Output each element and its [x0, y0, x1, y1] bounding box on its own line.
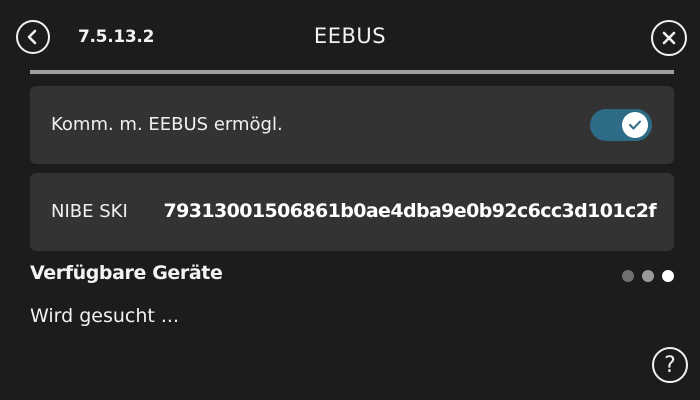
ski-label: NIBE SKI — [51, 201, 128, 222]
help-icon: ? — [664, 352, 676, 378]
search-status: Wird gesucht ... — [30, 305, 180, 327]
header-divider — [30, 70, 674, 74]
page-title: EEBUS — [313, 24, 387, 48]
eebus-toggle-label: Komm. m. EEBUS ermögl. — [51, 114, 283, 135]
page-dot-1[interactable] — [622, 270, 634, 282]
page-dot-3-active[interactable] — [662, 270, 674, 282]
eebus-toggle-switch[interactable] — [590, 109, 652, 141]
page-dot-2[interactable] — [642, 270, 654, 282]
close-button[interactable] — [651, 20, 687, 56]
page-indicator — [622, 270, 674, 282]
available-devices-title: Verfügbare Geräte — [30, 262, 223, 284]
ski-info-row: NIBE SKI 79313001506861b0ae4dba9e0b92c6c… — [30, 173, 674, 251]
ski-value: 79313001506861b0ae4dba9e0b92c6cc3d101c2f — [163, 200, 657, 222]
eebus-setting-row[interactable]: Komm. m. EEBUS ermögl. — [30, 86, 674, 164]
toggle-knob — [622, 112, 648, 138]
close-icon — [662, 31, 676, 45]
help-button[interactable]: ? — [652, 347, 688, 383]
checkmark-icon — [629, 120, 641, 130]
